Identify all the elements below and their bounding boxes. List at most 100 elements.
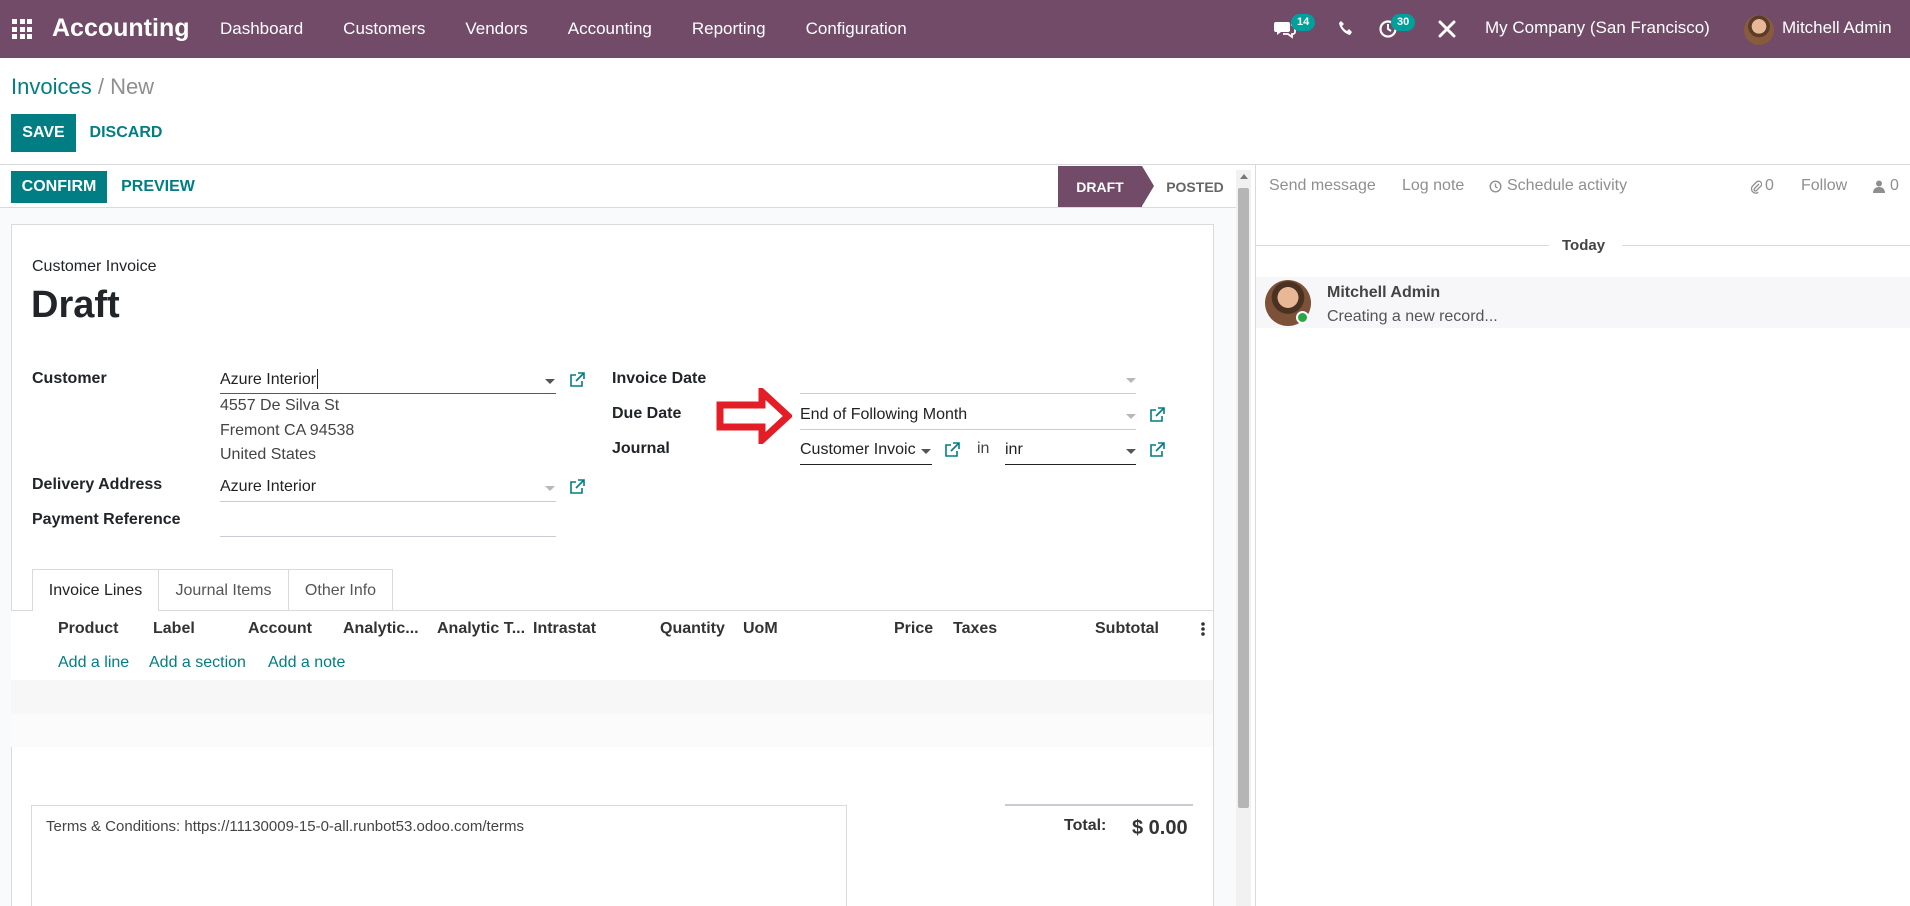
currency-underline xyxy=(1005,464,1136,465)
menu-dashboard[interactable]: Dashboard xyxy=(220,19,303,39)
delivery-field-underline xyxy=(220,501,556,502)
scroll-up-arrow-icon[interactable] xyxy=(1240,174,1248,179)
column-subtotal[interactable]: Subtotal xyxy=(1095,620,1159,638)
add-section-link[interactable]: Add a section xyxy=(149,654,246,672)
column-quantity[interactable]: Quantity xyxy=(660,620,725,638)
payment-reference-label: Payment Reference xyxy=(32,511,181,528)
total-value: $ 0.00 xyxy=(1132,817,1188,839)
status-posted[interactable]: POSTED xyxy=(1160,166,1230,207)
due-date-input[interactable]: End of Following Month xyxy=(800,406,967,424)
log-note-button[interactable]: Log note xyxy=(1402,177,1464,195)
send-message-button[interactable]: Send message xyxy=(1269,177,1376,195)
optional-columns-icon[interactable] xyxy=(1200,620,1206,638)
menu-configuration[interactable]: Configuration xyxy=(806,19,907,39)
menu-reporting[interactable]: Reporting xyxy=(692,19,766,39)
preview-button[interactable]: PREVIEW xyxy=(114,171,202,203)
breadcrumb-invoices[interactable]: Invoices xyxy=(11,74,92,99)
delivery-external-link-icon[interactable] xyxy=(569,479,585,495)
customer-address-line1: 4557 De Silva St xyxy=(220,397,340,414)
page-title: Draft xyxy=(31,284,120,326)
tab-invoice-lines[interactable]: Invoice Lines xyxy=(32,569,159,612)
customer-label: Customer xyxy=(32,370,107,387)
main-menu: Dashboard Customers Vendors Accounting R… xyxy=(220,0,947,58)
column-account[interactable]: Account xyxy=(248,620,312,638)
tab-journal-items[interactable]: Journal Items xyxy=(159,569,289,611)
customer-field-underline xyxy=(220,393,556,394)
today-label: Today xyxy=(1562,237,1606,254)
add-line-link[interactable]: Add a line xyxy=(58,654,129,672)
save-button[interactable]: SAVE xyxy=(11,114,76,152)
top-navbar: Accounting Dashboard Customers Vendors A… xyxy=(0,0,1910,58)
breadcrumb-current: New xyxy=(110,74,155,99)
user-menu[interactable]: Mitchell Admin xyxy=(1782,18,1892,38)
follow-button[interactable]: Follow xyxy=(1801,177,1847,195)
journal-in-label: in xyxy=(977,440,990,457)
menu-customers[interactable]: Customers xyxy=(343,19,425,39)
total-divider xyxy=(1005,804,1193,806)
delivery-dropdown-caret[interactable] xyxy=(545,486,555,491)
column-analytic-tags[interactable]: Analytic T... xyxy=(437,620,525,638)
menu-vendors[interactable]: Vendors xyxy=(465,19,527,39)
currency-input[interactable]: inr xyxy=(1005,441,1023,459)
debug-tools-icon[interactable] xyxy=(1437,19,1457,39)
app-brand[interactable]: Accounting xyxy=(52,14,190,43)
column-uom[interactable]: UoM xyxy=(743,620,778,638)
delivery-address-input[interactable]: Azure Interior xyxy=(220,478,316,496)
status-draft[interactable]: DRAFT xyxy=(1058,166,1142,207)
currency-external-link-icon[interactable] xyxy=(1149,442,1165,458)
customer-address-line2: Fremont CA 94538 xyxy=(220,422,355,439)
journal-label: Journal xyxy=(612,440,670,457)
journal-underline xyxy=(800,464,932,465)
menu-accounting[interactable]: Accounting xyxy=(568,19,652,39)
messages-badge: 14 xyxy=(1291,14,1316,31)
payment-reference-input[interactable] xyxy=(220,536,556,537)
today-divider-left xyxy=(1256,245,1549,246)
schedule-activity-button[interactable]: Schedule activity xyxy=(1507,177,1627,195)
customer-external-link-icon[interactable] xyxy=(569,372,585,388)
company-switcher[interactable]: My Company (San Francisco) xyxy=(1485,18,1710,38)
discard-button[interactable]: DISCARD xyxy=(84,114,168,152)
invoice-date-caret[interactable] xyxy=(1126,378,1136,383)
phone-icon[interactable] xyxy=(1338,20,1354,37)
journal-input[interactable]: Customer Invoic xyxy=(800,441,920,459)
terms-text: Terms & Conditions: https://11130009-15-… xyxy=(46,818,525,835)
due-date-external-link-icon[interactable] xyxy=(1149,407,1165,423)
invoice-date-label: Invoice Date xyxy=(612,370,707,387)
user-avatar[interactable] xyxy=(1744,15,1774,45)
add-note-link[interactable]: Add a note xyxy=(268,654,345,672)
document-type-label: Customer Invoice xyxy=(32,258,157,275)
column-product[interactable]: Product xyxy=(58,620,118,638)
breadcrumb-separator: / xyxy=(91,74,111,99)
message-body: Creating a new record... xyxy=(1327,308,1498,325)
journal-caret[interactable] xyxy=(921,449,931,454)
journal-external-link-icon[interactable] xyxy=(944,442,960,458)
customer-address-line3: United States xyxy=(220,446,317,463)
due-date-caret[interactable] xyxy=(1126,414,1136,419)
due-date-underline xyxy=(800,429,1136,430)
empty-row xyxy=(11,680,1213,714)
online-status-icon xyxy=(1296,311,1309,324)
invoice-date-input[interactable] xyxy=(800,393,1136,394)
column-analytic-account[interactable]: Analytic... xyxy=(343,620,419,638)
column-intrastat[interactable]: Intrastat xyxy=(533,620,596,638)
scrollbar-thumb[interactable] xyxy=(1238,188,1249,808)
paperclip-icon[interactable] xyxy=(1750,179,1762,194)
empty-row xyxy=(11,714,1213,747)
tab-other-info[interactable]: Other Info xyxy=(289,569,393,611)
status-draft-arrow xyxy=(1142,166,1154,206)
activities-badge: 30 xyxy=(1391,14,1416,31)
column-price[interactable]: Price xyxy=(894,620,933,638)
column-label[interactable]: Label xyxy=(153,620,195,638)
customer-input[interactable]: Azure Interior xyxy=(220,371,316,389)
apps-menu-icon[interactable] xyxy=(12,19,32,39)
attachments-count[interactable]: 0 xyxy=(1765,177,1774,195)
currency-caret[interactable] xyxy=(1126,449,1136,454)
followers-count[interactable]: 0 xyxy=(1890,177,1899,195)
total-label: Total: xyxy=(1064,817,1107,834)
confirm-button[interactable]: CONFIRM xyxy=(11,171,107,203)
column-taxes[interactable]: Taxes xyxy=(953,620,997,638)
due-date-label: Due Date xyxy=(612,405,682,422)
message-author[interactable]: Mitchell Admin xyxy=(1327,284,1440,302)
followers-user-icon[interactable] xyxy=(1873,180,1885,193)
customer-dropdown-caret[interactable] xyxy=(545,379,555,384)
